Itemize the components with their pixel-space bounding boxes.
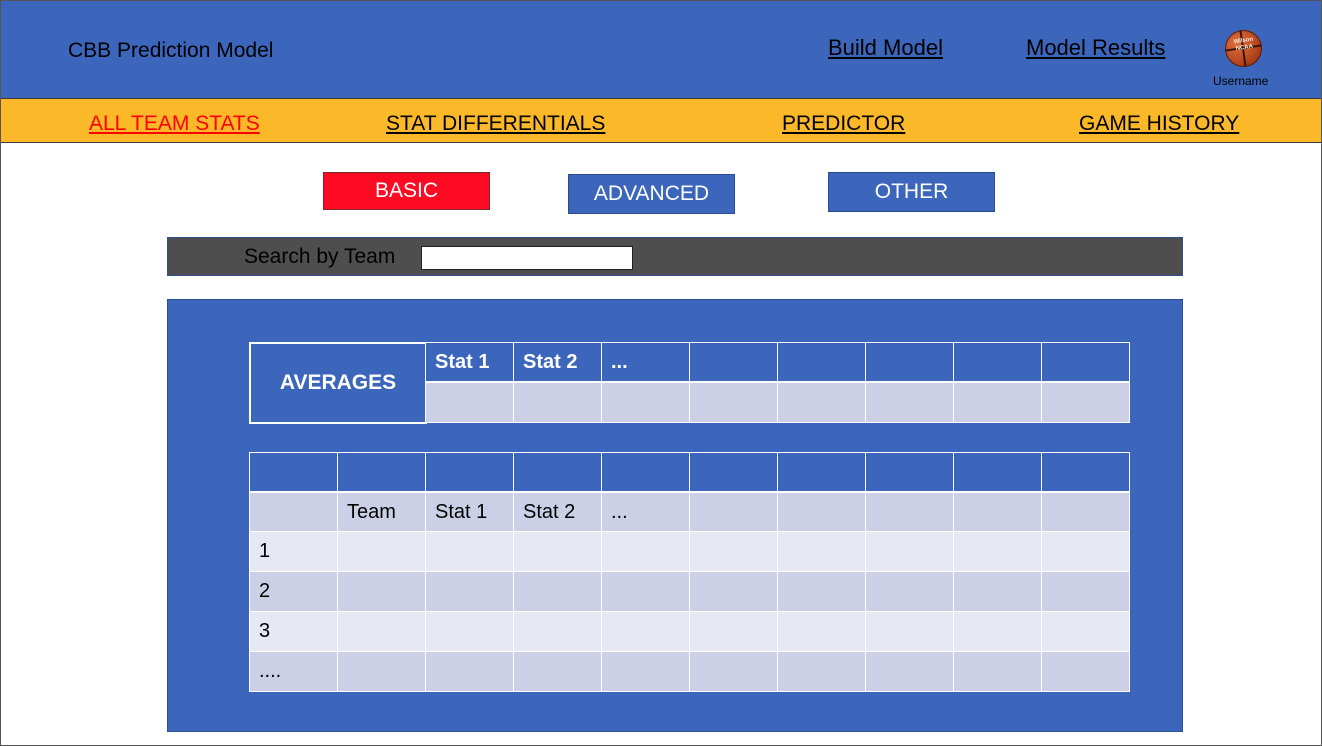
table-cell [513,611,602,652]
table-cell [865,531,954,572]
nav-all-team-stats[interactable]: ALL TEAM STATS [89,112,260,136]
tab-basic[interactable]: BASIC [323,172,490,210]
table-cell [337,651,426,692]
model-results-link[interactable]: Model Results [1026,35,1165,61]
column-header-team[interactable]: Team [337,491,426,532]
top-header: CBB Prediction Model Build Model Model R… [1,1,1321,98]
table-cell [953,571,1042,612]
table-cell [425,651,514,692]
table-cell [689,571,778,612]
row-rank-cell: .... [249,651,338,692]
averages-header-cell: Stat 1 [425,342,514,382]
averages-header-cell [1041,342,1130,382]
table-cell [337,531,426,572]
averages-header-cell: ... [601,342,690,382]
table-cell [689,531,778,572]
table-cell [689,611,778,652]
table-cell [1041,611,1130,652]
table-top-cell [1041,452,1130,492]
table-cell [953,531,1042,572]
table-cell [425,611,514,652]
nav-predictor[interactable]: PREDICTOR [782,112,905,136]
table-cell [601,571,690,612]
table-cell [601,611,690,652]
table-cell [777,571,866,612]
column-header [953,491,1042,532]
column-header [689,491,778,532]
table-cell [865,651,954,692]
averages-value-cell [425,381,514,423]
averages-value-cell [601,381,690,423]
app-title: CBB Prediction Model [68,39,274,62]
table-top-cell [689,452,778,492]
table-cell [425,571,514,612]
table-cell [513,571,602,612]
nav-stat-differentials[interactable]: STAT DIFFERENTIALS [386,112,605,136]
basketball-icon[interactable]: Wilson NCAA [1225,30,1262,67]
averages-value-cell [953,381,1042,423]
table-cell [513,651,602,692]
main-nav: ALL TEAM STATS STAT DIFFERENTIALS PREDIC… [1,98,1321,143]
row-rank-cell: 3 [249,611,338,652]
table-top-cell [953,452,1042,492]
table-cell [1041,651,1130,692]
averages-header-cell [953,342,1042,382]
team-search-input[interactable] [421,246,633,270]
table-cell [1041,571,1130,612]
column-header [1041,491,1130,532]
column-header-stat2[interactable]: Stat 2 [513,491,602,532]
table-cell [425,531,514,572]
tab-advanced[interactable]: ADVANCED [568,174,735,214]
table-cell [513,531,602,572]
table-cell [953,651,1042,692]
table-top-cell [777,452,866,492]
table-cell [865,611,954,652]
table-cell [865,571,954,612]
averages-value-cell [689,381,778,423]
column-header-stat1[interactable]: Stat 1 [425,491,514,532]
table-top-cell [337,452,426,492]
column-header [777,491,866,532]
column-header-more[interactable]: ... [601,491,690,532]
table-cell [337,611,426,652]
table-cell [777,531,866,572]
build-model-link[interactable]: Build Model [828,35,943,61]
ball-logo: Wilson NCAA [1233,36,1254,53]
table-cell [601,651,690,692]
column-header [865,491,954,532]
row-rank-cell: 1 [249,531,338,572]
search-bar: Search by Team [167,237,1183,276]
averages-value-cell [777,381,866,423]
averages-header-cell [865,342,954,382]
averages-header-cell: Stat 2 [513,342,602,382]
table-top-cell [865,452,954,492]
averages-value-cell [1041,381,1130,423]
table-cell [601,531,690,572]
averages-label: AVERAGES [249,342,427,424]
averages-value-cell [513,381,602,423]
averages-value-cell [865,381,954,423]
table-cell [1041,531,1130,572]
tab-other[interactable]: OTHER [828,172,995,212]
table-top-cell [601,452,690,492]
stats-panel: AVERAGES Stat 1 Stat 2 ... Team Stat 1 S… [167,299,1183,732]
username-label[interactable]: Username [1213,74,1268,88]
table-cell [953,611,1042,652]
column-header[interactable] [249,491,338,532]
search-label: Search by Team [244,245,396,268]
table-top-cell [249,452,338,492]
averages-header-cell [689,342,778,382]
table-cell [777,651,866,692]
averages-header-cell [777,342,866,382]
table-cell [337,571,426,612]
table-top-cell [513,452,602,492]
nav-game-history[interactable]: GAME HISTORY [1079,112,1239,136]
table-cell [777,611,866,652]
table-top-cell [425,452,514,492]
row-rank-cell: 2 [249,571,338,612]
table-cell [689,651,778,692]
